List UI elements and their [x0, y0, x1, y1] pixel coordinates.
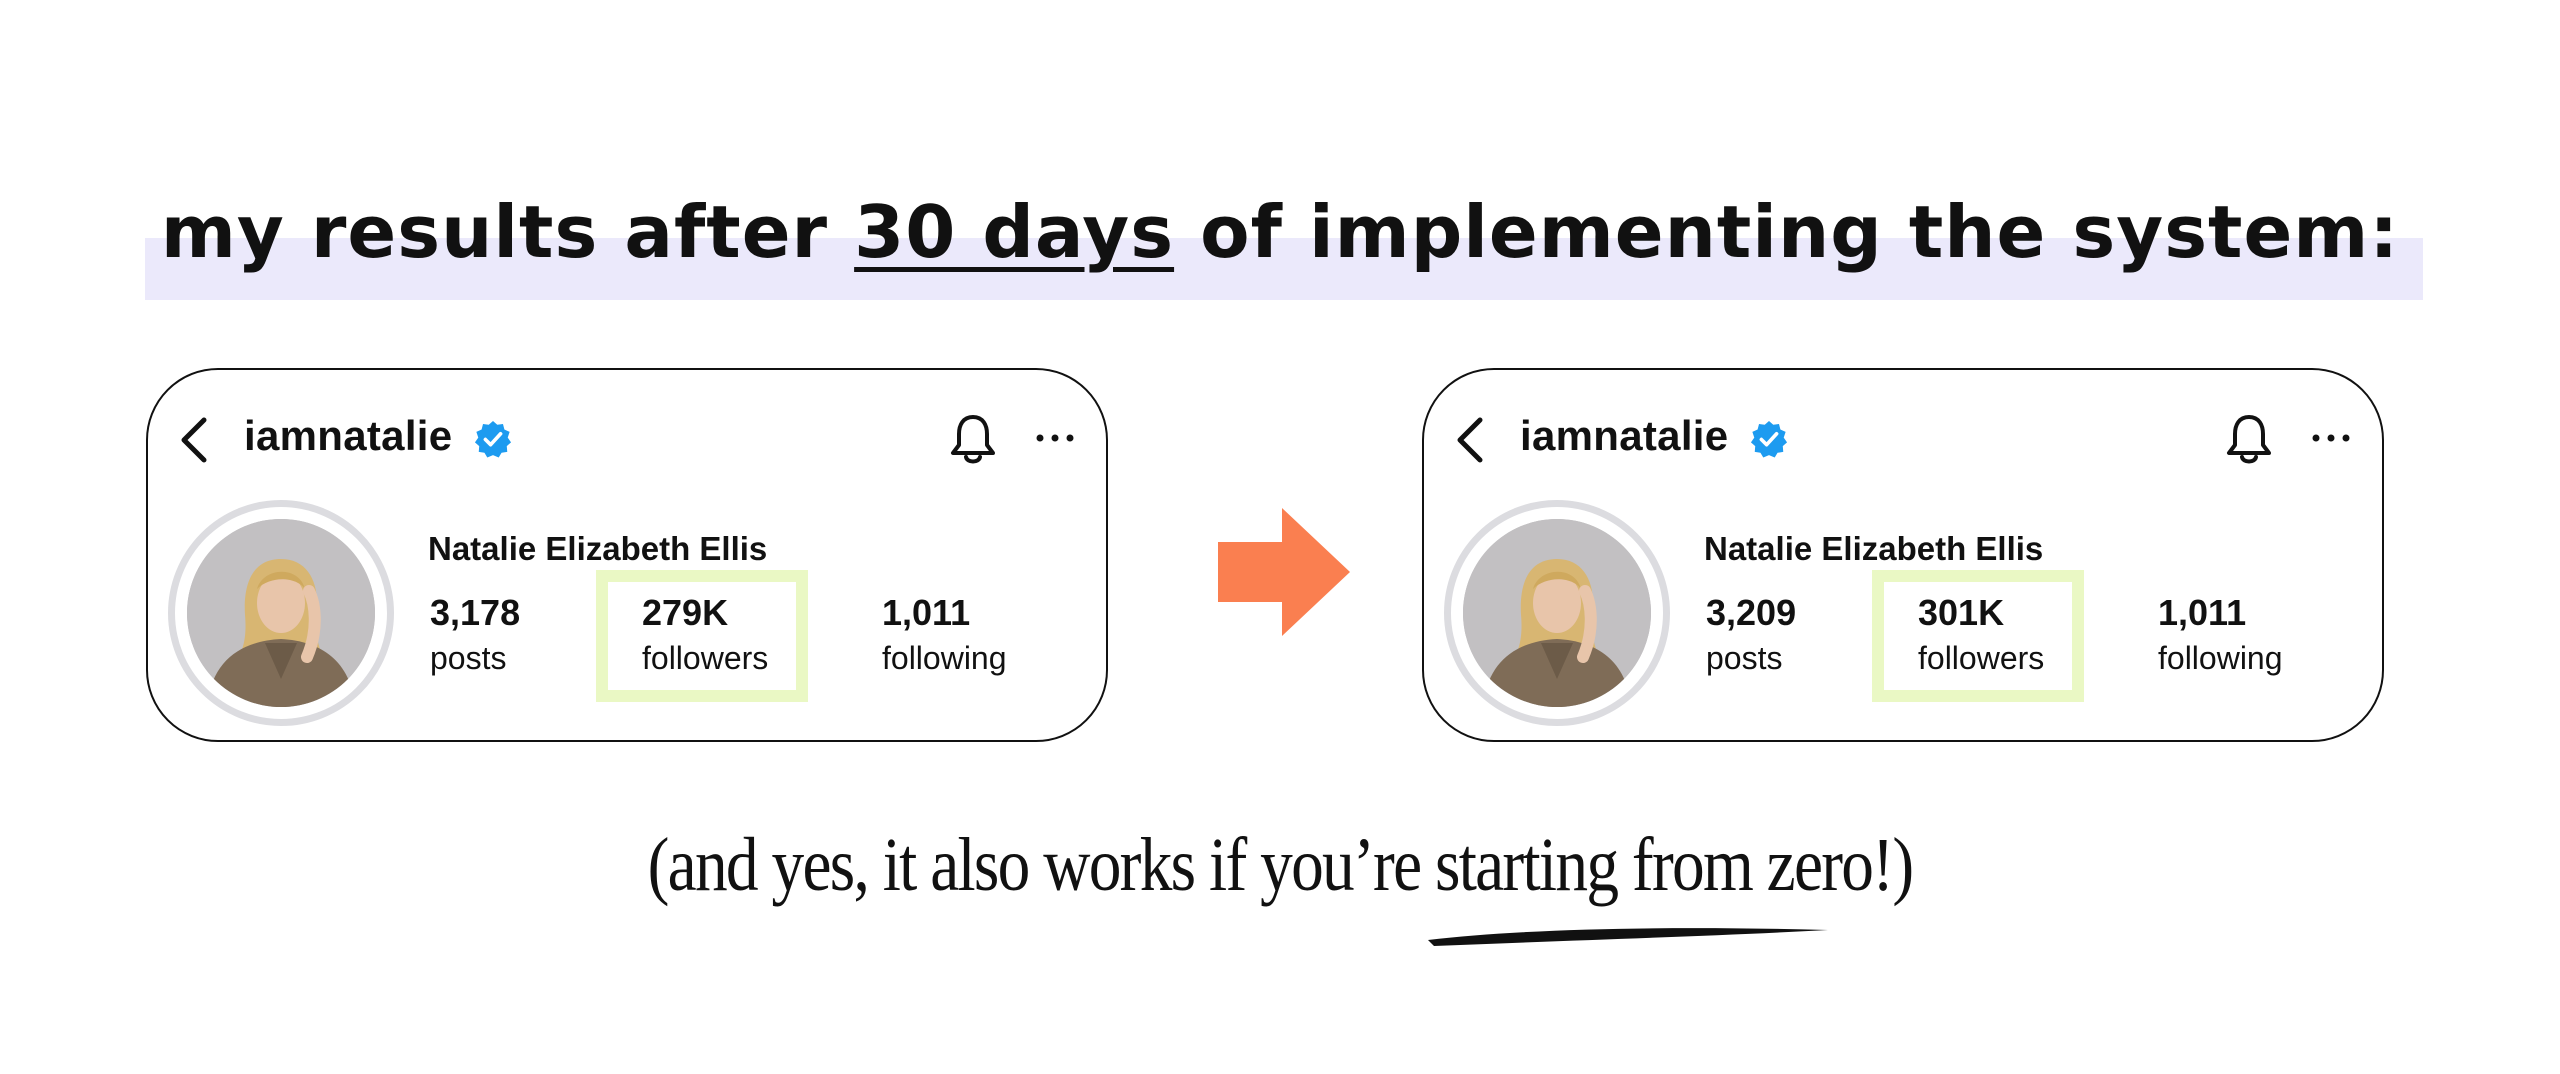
- headline: my results after 30 days of implementing…: [0, 190, 2560, 274]
- profile-display-name: Natalie Elizabeth Ellis: [1704, 530, 2044, 567]
- back-chevron-icon[interactable]: [174, 412, 216, 468]
- right-arrow-icon: [1218, 508, 1350, 636]
- avatar[interactable]: [1463, 519, 1651, 707]
- followers-stat[interactable]: 301K followers: [1918, 592, 2044, 677]
- posts-label: posts: [430, 640, 507, 676]
- avatar-photo: [187, 519, 375, 707]
- verified-badge-icon: [474, 420, 512, 458]
- posts-stat[interactable]: 3,209 posts: [1706, 592, 1796, 677]
- avatar-photo: [1463, 519, 1651, 707]
- following-count: 1,011: [882, 592, 971, 633]
- avatar-ring: [1444, 500, 1670, 726]
- followers-count: 279K: [642, 592, 729, 633]
- avatar-ring: [168, 500, 394, 726]
- tagline-emphasis: starting from zero!: [1434, 823, 1894, 907]
- tagline-text-before: (and yes, it also works if you’re: [647, 823, 1435, 907]
- posts-label: posts: [1706, 640, 1783, 676]
- profile-username: iamnatalie: [244, 412, 453, 459]
- verified-badge-icon: [1750, 420, 1788, 458]
- tagline: (and yes, it also works if you’re starti…: [179, 822, 2381, 909]
- following-count: 1,011: [2158, 592, 2247, 633]
- profile-card-after: iamnatalie Natalie Elizabeth Ellis 3,209…: [1422, 368, 2384, 742]
- avatar[interactable]: [187, 519, 375, 707]
- followers-label: followers: [642, 640, 769, 676]
- followers-count: 301K: [1918, 592, 2005, 633]
- headline-text-before: my results after: [160, 190, 855, 274]
- headline-highlight: 30 days: [854, 190, 1175, 274]
- more-options-icon[interactable]: [2310, 430, 2352, 446]
- followers-stat[interactable]: 279K followers: [642, 592, 768, 677]
- posts-stat[interactable]: 3,178 posts: [430, 592, 520, 677]
- bell-icon[interactable]: [948, 412, 998, 468]
- followers-label: followers: [1918, 640, 2045, 676]
- posts-count: 3,178: [430, 592, 521, 633]
- posts-count: 3,209: [1706, 592, 1797, 633]
- following-stat[interactable]: 1,011 following: [882, 592, 1007, 677]
- following-label: following: [2158, 640, 2283, 676]
- following-stat[interactable]: 1,011 following: [2158, 592, 2283, 677]
- more-options-icon[interactable]: [1034, 430, 1076, 446]
- bell-icon[interactable]: [2224, 412, 2274, 468]
- headline-text-after: of implementing the system:: [1174, 190, 2400, 274]
- following-label: following: [882, 640, 1007, 676]
- tagline-text-after: ): [1892, 823, 1914, 907]
- profile-card-before: iamnatalie Natalie Elizabeth Ellis 3,178…: [146, 368, 1108, 742]
- profile-username: iamnatalie: [1520, 412, 1729, 459]
- brush-underline: [1428, 928, 1828, 946]
- back-chevron-icon[interactable]: [1450, 412, 1492, 468]
- profile-display-name: Natalie Elizabeth Ellis: [428, 530, 768, 567]
